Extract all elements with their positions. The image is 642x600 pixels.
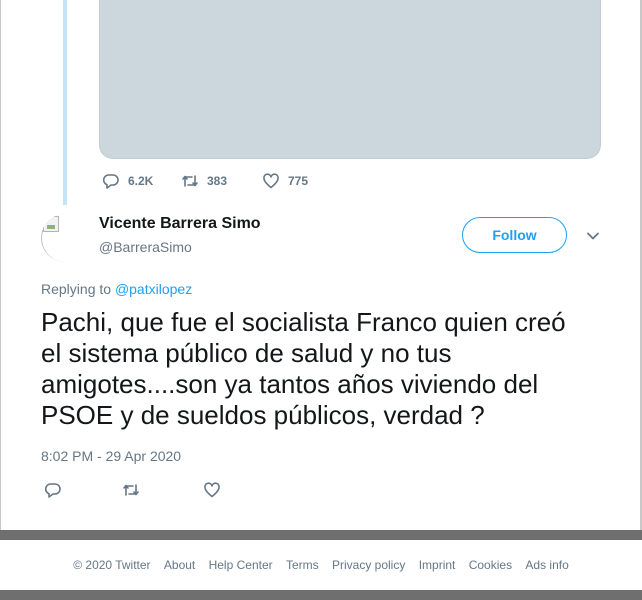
like-action[interactable]: 775 xyxy=(262,172,308,190)
more-options-caret[interactable] xyxy=(586,229,600,248)
thread-connector-line xyxy=(63,0,67,205)
heart-icon xyxy=(263,173,279,189)
tweet-like-action[interactable] xyxy=(203,481,221,499)
page-bottom-bar xyxy=(0,590,642,600)
reply-icon xyxy=(102,174,119,189)
like-count: 775 xyxy=(288,174,309,188)
media-placeholder[interactable] xyxy=(99,0,601,159)
footer-link-help-center[interactable]: Help Center xyxy=(209,558,273,572)
footer-links: © 2020 Twitter About Help Center Terms P… xyxy=(0,558,642,572)
footer-link-terms[interactable]: Terms xyxy=(286,558,319,572)
reply-icon xyxy=(44,483,61,498)
heart-icon xyxy=(204,482,220,498)
retweet-count: 383 xyxy=(207,174,228,188)
avatar[interactable] xyxy=(41,214,89,262)
footer-copyright: © 2020 Twitter xyxy=(73,558,151,572)
footer-link-ads-info[interactable]: Ads info xyxy=(525,558,568,572)
footer-link-privacy-policy[interactable]: Privacy policy xyxy=(332,558,405,572)
window-left-border xyxy=(0,0,1,530)
chevron-down-icon xyxy=(587,232,599,240)
tweet-retweet-action[interactable] xyxy=(122,481,140,499)
replying-to-mention[interactable]: @patxilopez xyxy=(115,281,192,297)
tweet-reply-action[interactable] xyxy=(44,481,62,499)
footer-link-about[interactable]: About xyxy=(164,558,195,572)
footer: © 2020 Twitter About Help Center Terms P… xyxy=(0,540,642,590)
tweet-text: Pachi, que fue el socialista Franco quie… xyxy=(41,307,566,430)
author-name[interactable]: Vicente Barrera Simo xyxy=(99,215,261,233)
footer-link-imprint[interactable]: Imprint xyxy=(419,558,456,572)
retweet-icon xyxy=(182,175,198,187)
reply-count: 6.2K xyxy=(128,174,154,188)
broken-image-icon xyxy=(43,216,59,232)
retweet-icon xyxy=(123,484,139,496)
page-divider xyxy=(0,530,642,540)
follow-button[interactable]: Follow xyxy=(462,217,567,253)
replying-to-label: Replying to xyxy=(41,281,112,297)
replying-to: Replying to @patxilopez xyxy=(41,281,192,297)
tweet-timestamp[interactable]: 8:02 PM - 29 Apr 2020 xyxy=(41,448,181,464)
reply-action[interactable]: 6.2K xyxy=(102,172,153,190)
footer-link-cookies[interactable]: Cookies xyxy=(469,558,512,572)
retweet-action[interactable]: 383 xyxy=(181,172,227,190)
author-handle[interactable]: @BarreraSimo xyxy=(99,239,192,255)
